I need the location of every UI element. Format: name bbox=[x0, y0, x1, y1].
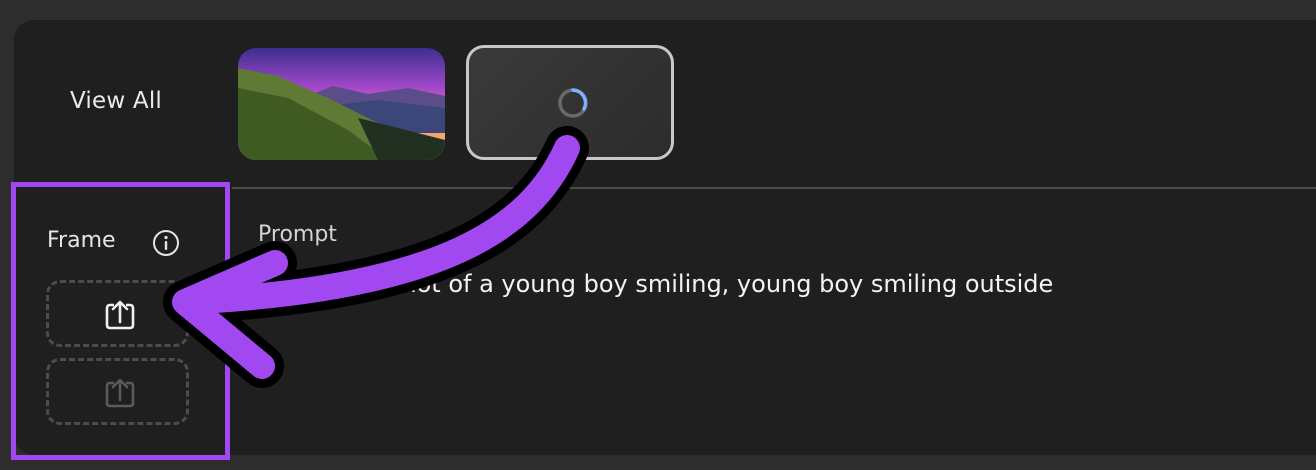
spinner-icon bbox=[558, 88, 588, 118]
section-divider bbox=[232, 187, 1316, 189]
loading-tile bbox=[466, 45, 674, 160]
frame-label: Frame bbox=[47, 228, 116, 253]
generated-image-thumbnail[interactable] bbox=[238, 48, 445, 160]
upload-icon bbox=[105, 300, 135, 330]
info-icon[interactable] bbox=[152, 229, 180, 257]
prompt-label: Prompt bbox=[258, 222, 337, 247]
view-all-link[interactable]: View All bbox=[70, 88, 162, 114]
upload-icon bbox=[105, 378, 135, 408]
frame-upload-slot-2[interactable] bbox=[46, 358, 189, 425]
frame-upload-slot-1[interactable] bbox=[46, 280, 189, 347]
prompt-input[interactable]: a close-up shot of a young boy smiling, … bbox=[258, 270, 1053, 298]
